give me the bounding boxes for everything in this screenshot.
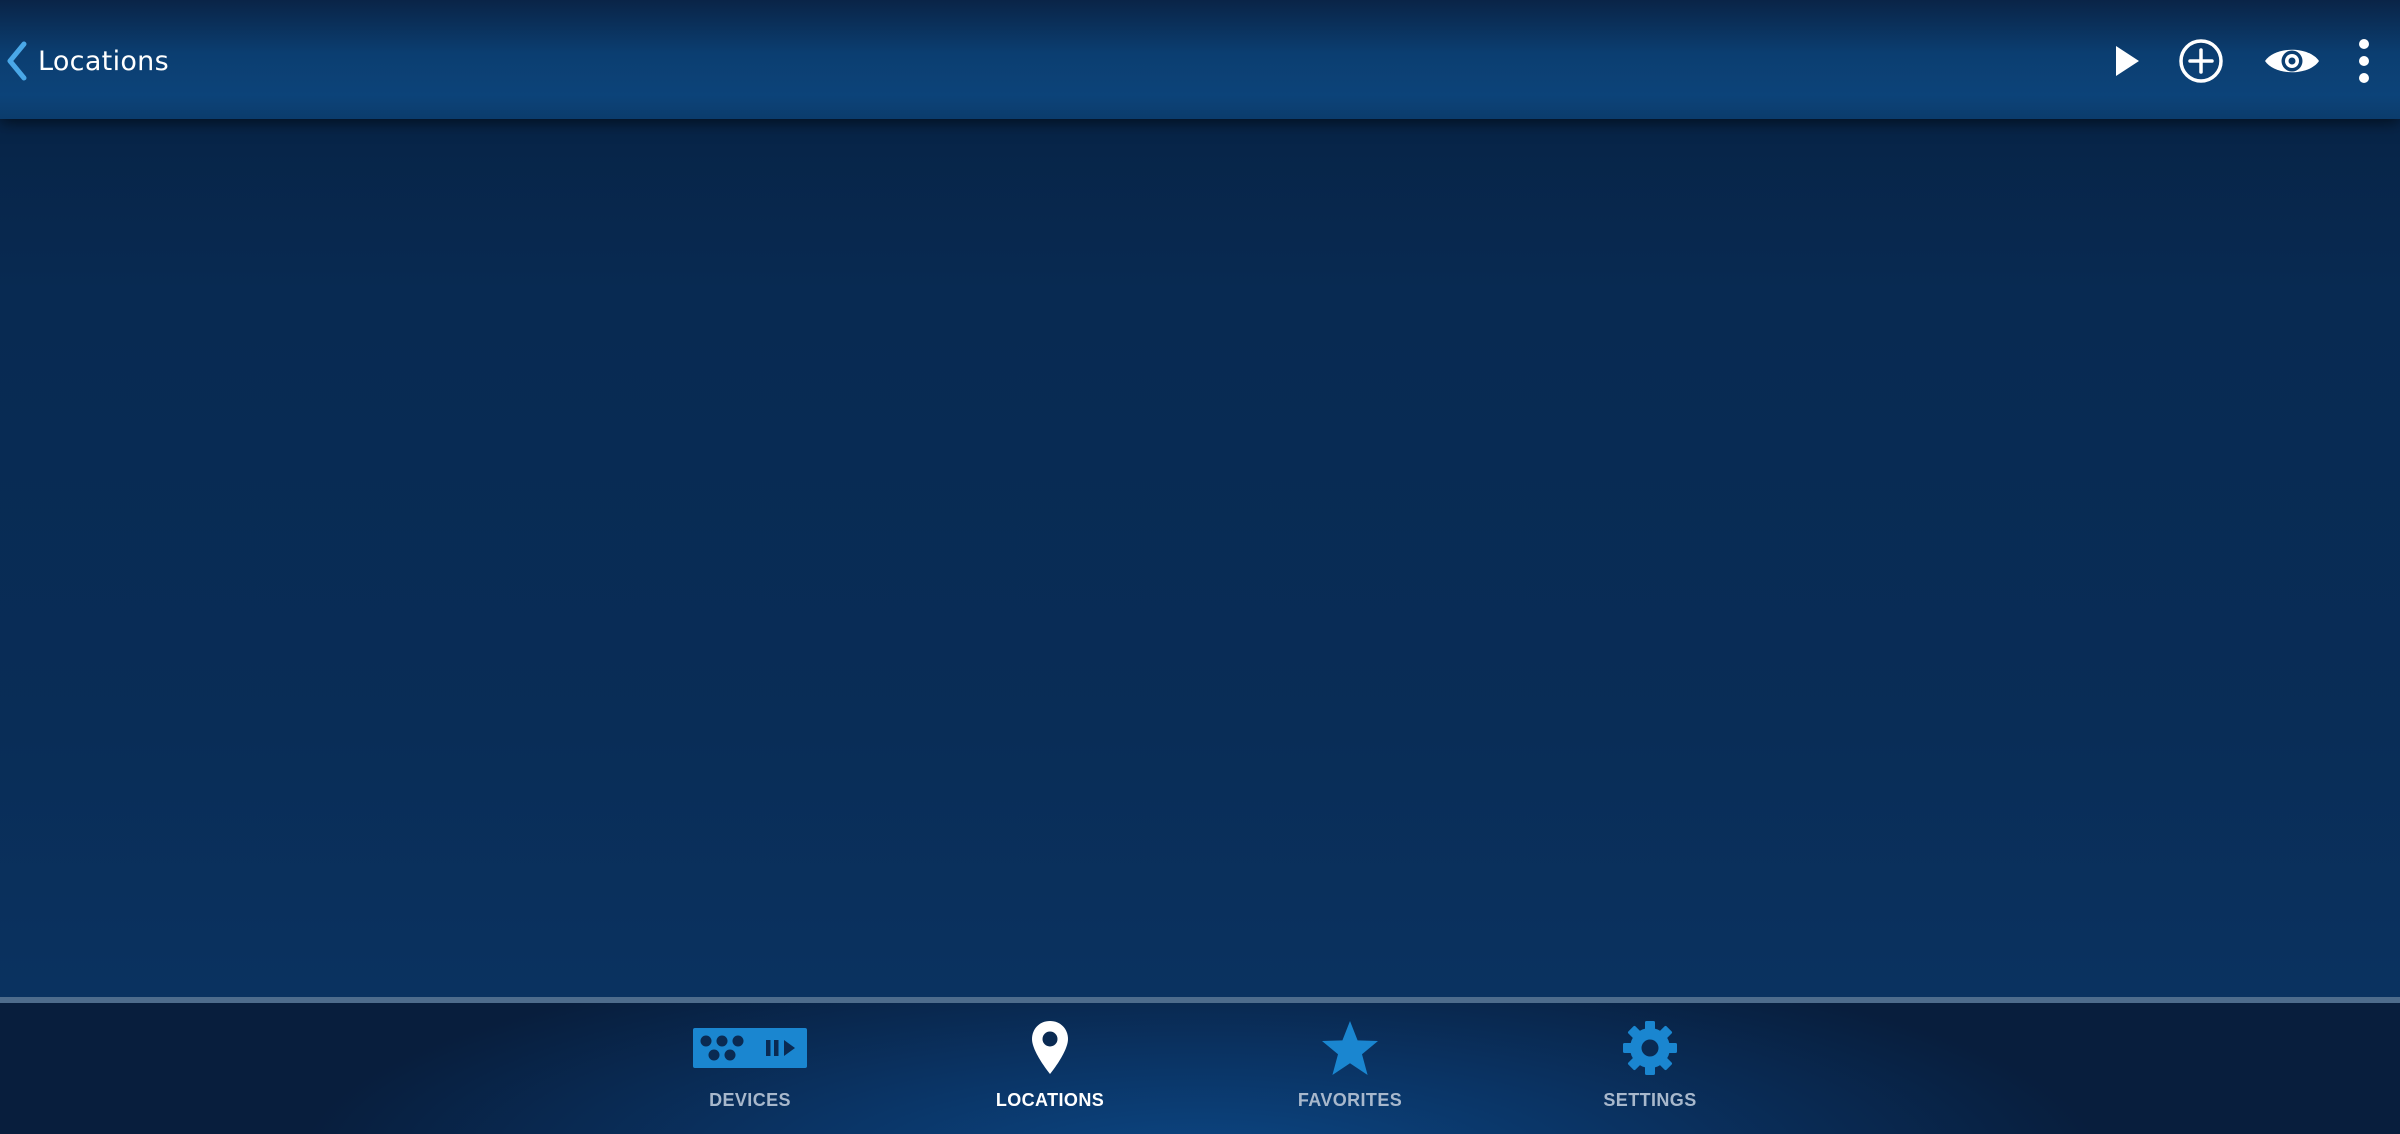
- add-button[interactable]: [2177, 31, 2225, 91]
- tab-favorites[interactable]: FAVORITES: [1250, 1009, 1450, 1134]
- chevron-left-icon: [7, 41, 27, 81]
- tab-locations[interactable]: LOCATIONS: [950, 1009, 1150, 1134]
- more-options-button[interactable]: [2352, 31, 2376, 91]
- more-vertical-icon: [2359, 39, 2369, 83]
- add-circle-icon: [2179, 39, 2223, 83]
- location-pin-icon: [1032, 1021, 1068, 1074]
- star-icon: [1322, 1021, 1378, 1075]
- app-window: Locations DEVICES LOCATIONS FAVORITES SE…: [0, 0, 2400, 1134]
- tab-favorites-label: FAVORITES: [1297, 1090, 1403, 1110]
- gear-icon: [1623, 1021, 1677, 1075]
- tab-devices[interactable]: DEVICES: [650, 1009, 850, 1134]
- play-button[interactable]: [2107, 31, 2147, 91]
- tab-settings[interactable]: SETTINGS: [1550, 1009, 1750, 1134]
- bottom-navigation: DEVICES LOCATIONS FAVORITES SETTINGS: [0, 997, 2400, 1134]
- view-button[interactable]: [2262, 31, 2322, 91]
- play-icon: [2116, 46, 2139, 76]
- eye-icon: [2265, 49, 2319, 73]
- tab-settings-label: SETTINGS: [1603, 1090, 1697, 1110]
- top-app-bar: Locations: [0, 0, 2400, 119]
- back-button[interactable]: Locations: [6, 36, 169, 86]
- page-title: Locations: [38, 45, 169, 77]
- locations-content-area: [0, 119, 2400, 997]
- tab-locations-label: LOCATIONS: [995, 1090, 1105, 1110]
- tab-devices-label: DEVICES: [709, 1090, 791, 1110]
- devices-icon: [693, 1028, 807, 1068]
